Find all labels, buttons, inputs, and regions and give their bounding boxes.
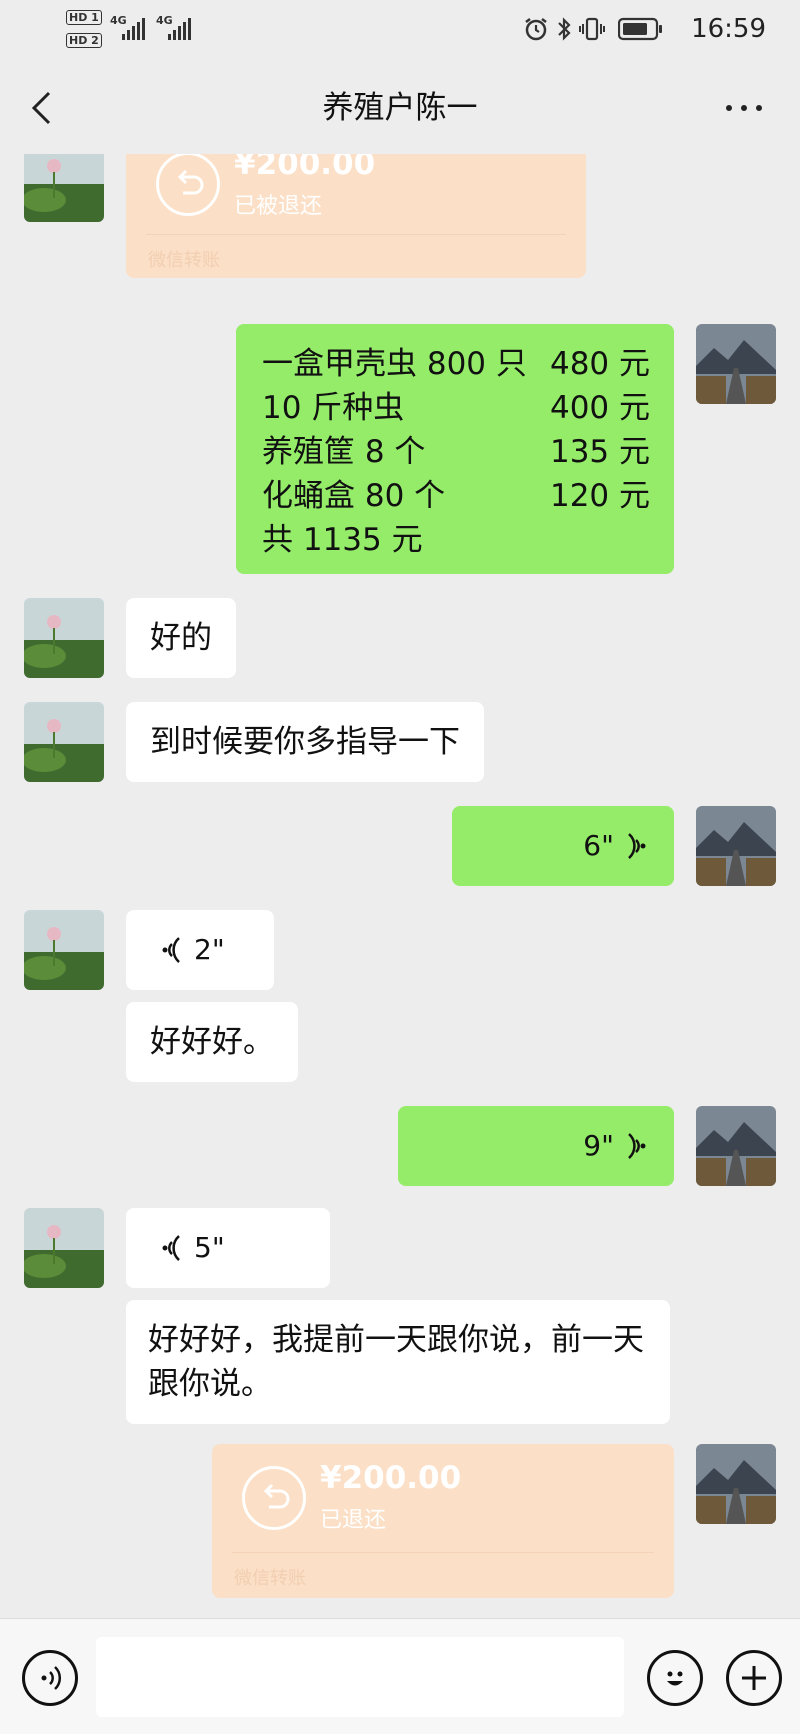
sim1-indicator: HD 1 [66,10,105,25]
alarm-icon [525,18,547,41]
contact-avatar[interactable] [24,910,104,990]
price-total: 共 1135 元 [262,522,423,558]
message-bubble[interactable]: 好好好，我提前一天跟你说，前一天跟你说。 [126,1300,670,1424]
message-text: 好好好。 [150,1024,274,1060]
voice-duration: 5" [194,1231,225,1264]
chat-header: 养殖户陈一 [0,60,800,154]
battery-icon [618,17,662,41]
plus-icon[interactable] [726,1650,782,1706]
my-avatar[interactable] [696,1444,776,1524]
bluetooth-icon [558,17,571,41]
transfer-amount: ¥200.00 [234,154,376,182]
voice-wave-icon [162,1235,180,1261]
voice-duration: 2" [194,933,225,966]
my-avatar[interactable] [696,324,776,404]
message-bubble[interactable]: 好好好。 [126,1002,298,1082]
clock: 16:59 [691,14,766,44]
price-row: 养殖筐 8 个 135 元 [262,434,650,470]
voice-duration: 6" [583,829,614,862]
message-text: 到时候要你多指导一下 [150,724,460,760]
contact-avatar[interactable] [24,154,104,222]
chat-area[interactable]: ¥200.00 已被退还 微信转账 一盒甲壳虫 800 只 480 元 10 斤种… [0,154,800,1618]
signal-icon [122,18,145,40]
transfer-bubble[interactable]: ¥200.00 已被退还 微信转账 [126,154,586,278]
message-input[interactable] [96,1637,624,1717]
chat-title: 养殖户陈一 [322,90,478,126]
price-row: 一盒甲壳虫 800 只 480 元 [262,346,650,382]
voice-wave-icon [162,937,180,963]
message-bubble[interactable]: 到时候要你多指导一下 [126,702,484,782]
input-bar [0,1618,800,1734]
contact-avatar[interactable] [24,598,104,678]
transfer-label: 微信转账 [148,250,220,271]
message-text: 好的 [150,620,212,656]
transfer-label: 微信转账 [234,1568,306,1589]
vibrate-icon [579,17,605,41]
sim2-indicator: HD 2 [66,33,105,48]
transfer-bubble[interactable]: ¥200.00 已退还 微信转账 [212,1444,674,1598]
voice-wave-icon [628,1133,646,1159]
voice-message[interactable]: 5" [126,1208,330,1288]
message-bubble[interactable]: 好的 [126,598,236,678]
voice-message[interactable]: 9" [398,1106,674,1186]
contact-avatar[interactable] [24,702,104,782]
message-bubble[interactable]: 一盒甲壳虫 800 只 480 元 10 斤种虫 400 元 养殖筐 8 个 135 … [236,324,674,574]
message-text: 好好好，我提前一天跟你说，前一天跟你说。 [148,1322,644,1402]
price-row: 10 斤种虫 400 元 [262,390,650,426]
voice-wave-icon [628,833,646,859]
my-avatar[interactable] [696,806,776,886]
price-row: 化蛹盒 80 个 120 元 [262,478,650,514]
status-bar: HD 1 HD 2 4G 4G 16:59 [0,0,800,60]
transfer-amount: ¥200.00 [320,1460,462,1496]
return-arrow-icon [242,1466,306,1530]
return-arrow-icon [156,154,220,216]
voice-icon[interactable] [22,1650,78,1706]
my-avatar[interactable] [696,1106,776,1186]
voice-message[interactable]: 6" [452,806,674,886]
emoji-icon[interactable] [647,1650,703,1706]
voice-duration: 9" [583,1129,614,1162]
transfer-status: 已被退还 [234,194,323,219]
contact-avatar[interactable] [24,1208,104,1288]
more-icon[interactable] [726,105,762,111]
signal-icon [168,18,191,40]
transfer-status: 已退还 [320,1508,387,1533]
voice-message[interactable]: 2" [126,910,274,990]
